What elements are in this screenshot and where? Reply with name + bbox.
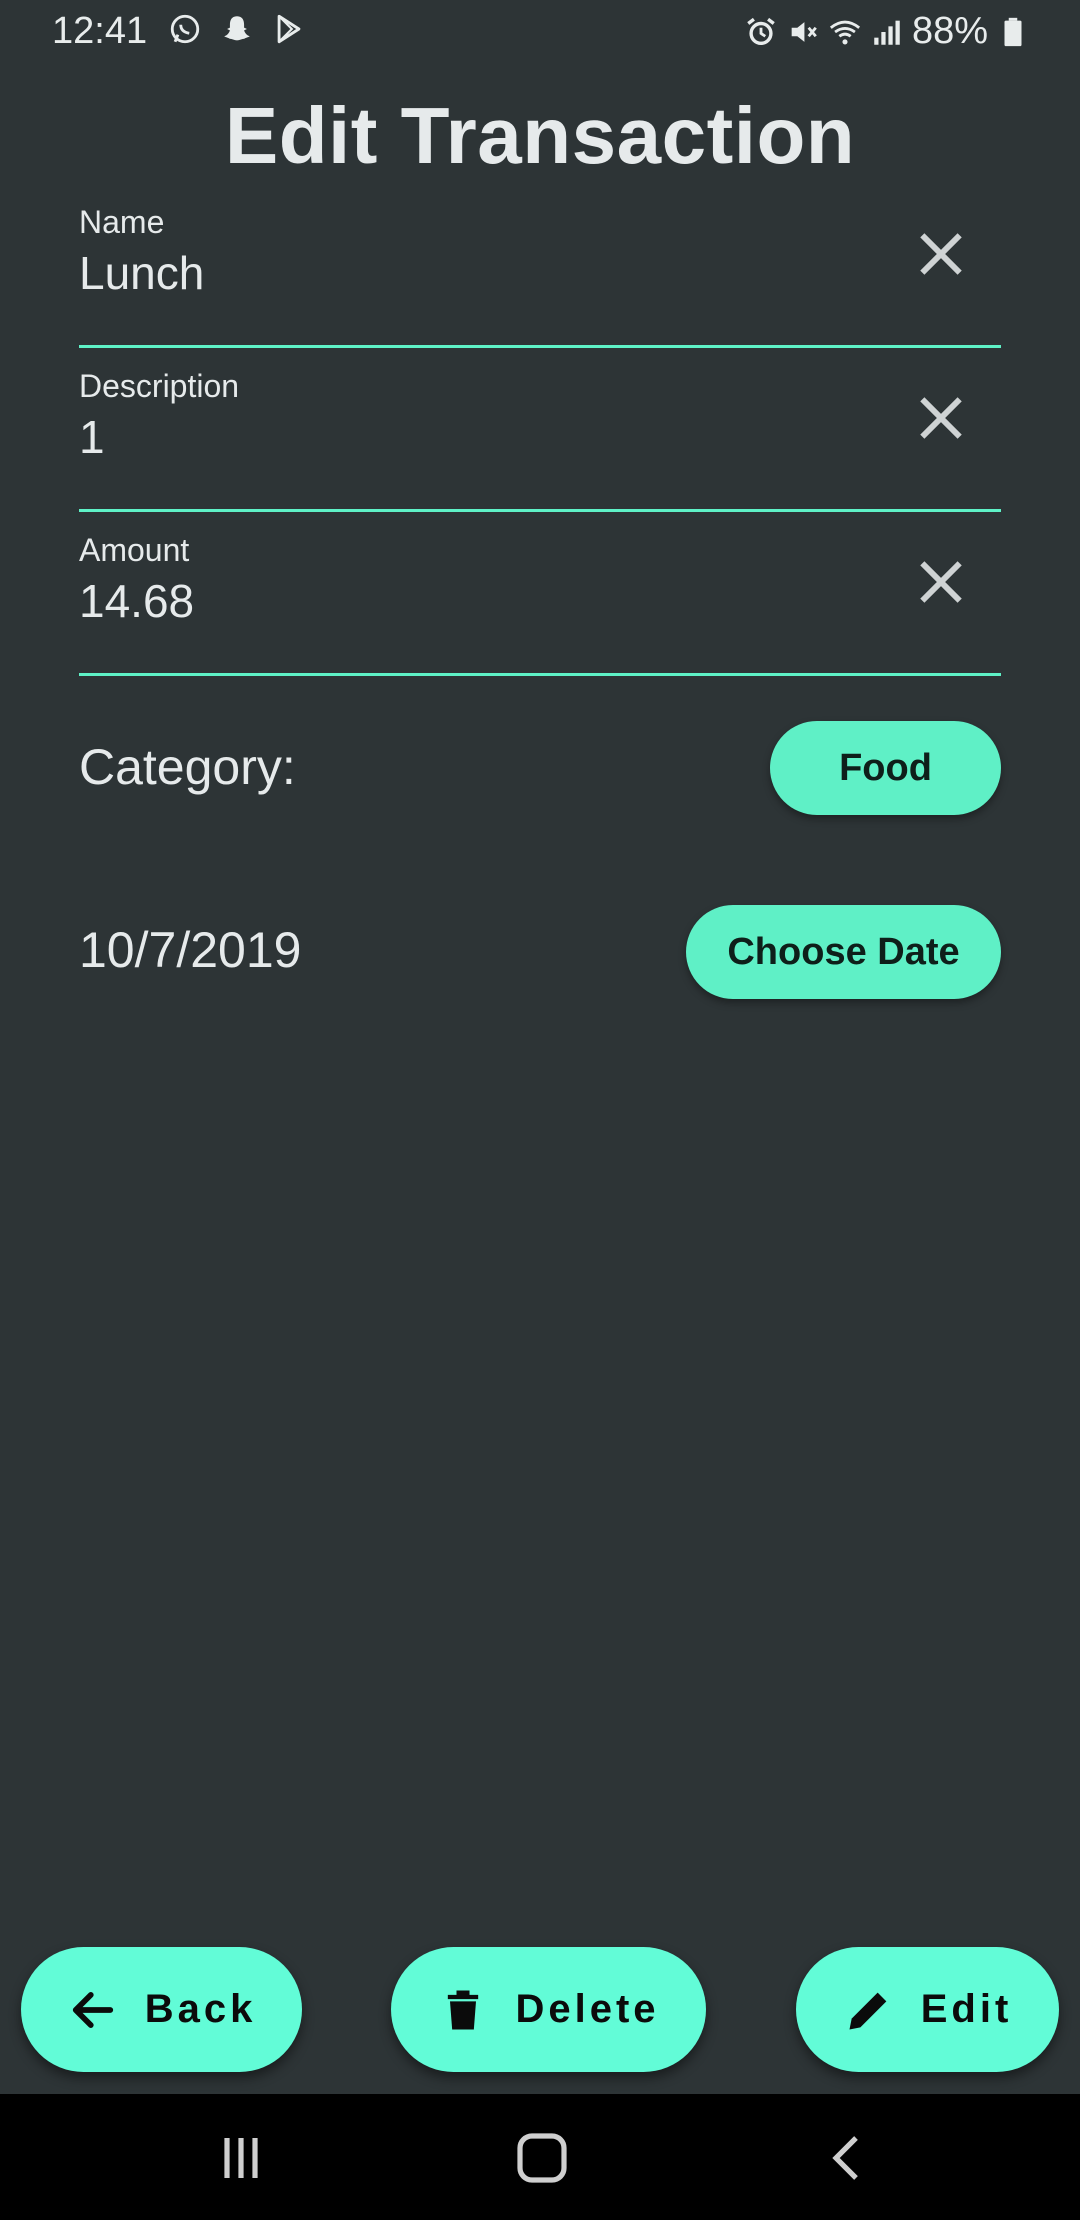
delete-button-label: Delete bbox=[515, 1987, 660, 2031]
battery-icon bbox=[1004, 17, 1022, 46]
snapchat-icon bbox=[224, 16, 250, 41]
description-field[interactable]: Description 1 bbox=[79, 348, 1001, 512]
clear-description-close-icon[interactable] bbox=[909, 386, 973, 450]
system-icons: 88% bbox=[744, 10, 1030, 53]
clear-amount-close-icon[interactable] bbox=[909, 550, 973, 614]
page-title: Edit Transaction bbox=[224, 91, 856, 180]
signal-icon bbox=[874, 20, 900, 45]
mute-icon bbox=[791, 21, 817, 42]
date-value: 10/7/2019 bbox=[79, 922, 302, 978]
category-button[interactable]: Food bbox=[770, 721, 1001, 815]
recent-apps-icon[interactable] bbox=[211, 2130, 271, 2186]
delete-button[interactable]: Delete bbox=[391, 1947, 706, 2072]
trash-icon bbox=[448, 1990, 479, 2029]
whatsapp-icon bbox=[170, 14, 200, 44]
name-field[interactable]: Name Lunch bbox=[79, 184, 1001, 348]
arrow-left-icon bbox=[72, 1991, 113, 2028]
back-button-label: Back bbox=[144, 1987, 257, 2031]
wifi-icon bbox=[829, 20, 860, 44]
name-field-value[interactable]: Lunch bbox=[79, 246, 204, 300]
pencil-icon bbox=[849, 1992, 887, 2029]
battery-percentage: 88% bbox=[911, 10, 988, 52]
description-field-value[interactable]: 1 bbox=[79, 410, 105, 464]
description-field-label: Description bbox=[79, 368, 240, 404]
status-time: 12:41 bbox=[52, 10, 148, 52]
name-field-label: Name bbox=[79, 204, 165, 240]
play-store-icon bbox=[277, 14, 301, 44]
edit-button[interactable]: Edit bbox=[796, 1947, 1059, 2072]
navigation-bar bbox=[0, 2094, 1080, 2220]
notification-icons bbox=[168, 12, 306, 46]
alarm-icon bbox=[747, 17, 775, 45]
status-bar: 12:41 88% bbox=[0, 0, 1080, 64]
home-icon[interactable] bbox=[512, 2130, 572, 2186]
back-button[interactable]: Back bbox=[21, 1947, 302, 2072]
amount-field-underline bbox=[79, 673, 1001, 676]
clear-name-close-icon[interactable] bbox=[909, 222, 973, 286]
amount-field-label: Amount bbox=[79, 532, 190, 568]
amount-field[interactable]: Amount 14.68 bbox=[79, 512, 1001, 676]
choose-date-button[interactable]: Choose Date bbox=[686, 905, 1001, 999]
edit-button-label: Edit bbox=[920, 1987, 1013, 2031]
back-icon[interactable] bbox=[818, 2130, 878, 2186]
category-label: Category: bbox=[79, 739, 296, 795]
amount-field-value[interactable]: 14.68 bbox=[79, 574, 194, 628]
